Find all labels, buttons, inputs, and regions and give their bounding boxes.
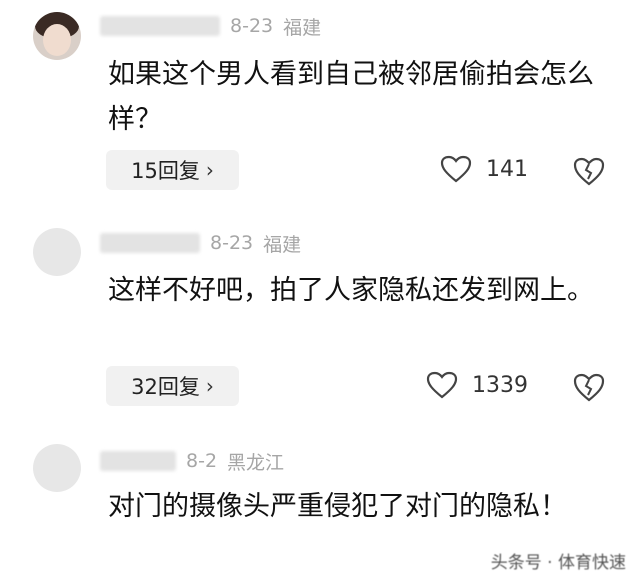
chevron-right-icon: › [205, 158, 214, 182]
comment-location: 福建 [263, 233, 302, 256]
view-replies-button[interactable]: 15回复 › [106, 150, 239, 190]
comment-location: 黑龙江 [227, 451, 285, 474]
like-button[interactable]: 1339 [426, 371, 528, 399]
avatar[interactable] [33, 444, 81, 492]
comment-date: 8-23 [210, 232, 254, 254]
reply-count: 15回复 [131, 159, 200, 183]
comment-date: 8-23 [230, 15, 274, 37]
broken-heart-icon[interactable] [572, 372, 606, 402]
comment-date: 8-2 [186, 450, 218, 472]
heart-outline-icon [426, 371, 458, 399]
comment-text: 对门的摄像头严重侵犯了对门的隐私！ [108, 491, 567, 522]
like-count: 1339 [472, 372, 528, 398]
comment-text: 这样不好吧，拍了人家隐私还发到网上。 [108, 275, 594, 306]
view-replies-button[interactable]: 32回复 › [106, 366, 239, 406]
comment-text: 如果这个男人看到自己被邻居偷拍会怎么样？ [108, 59, 594, 135]
username-redacted[interactable] [100, 451, 176, 471]
like-button[interactable]: 141 [440, 155, 528, 183]
avatar[interactable] [33, 228, 81, 276]
comment-meta: 8-2 黑龙江 [100, 446, 284, 476]
username-redacted[interactable] [100, 233, 200, 253]
heart-outline-icon [440, 155, 472, 183]
chevron-right-icon: › [205, 374, 214, 398]
username-redacted[interactable] [100, 16, 220, 36]
comment-meta: 8-23 福建 [100, 11, 321, 41]
reply-count: 32回复 [131, 375, 200, 399]
avatar[interactable] [33, 12, 81, 60]
broken-heart-icon[interactable] [572, 156, 606, 186]
avatar-face [43, 24, 71, 56]
like-count: 141 [486, 156, 528, 182]
comment-location: 福建 [283, 16, 322, 39]
comment-meta: 8-23 福建 [100, 228, 301, 258]
watermark: 头条号 · 体育快速 [490, 553, 626, 573]
